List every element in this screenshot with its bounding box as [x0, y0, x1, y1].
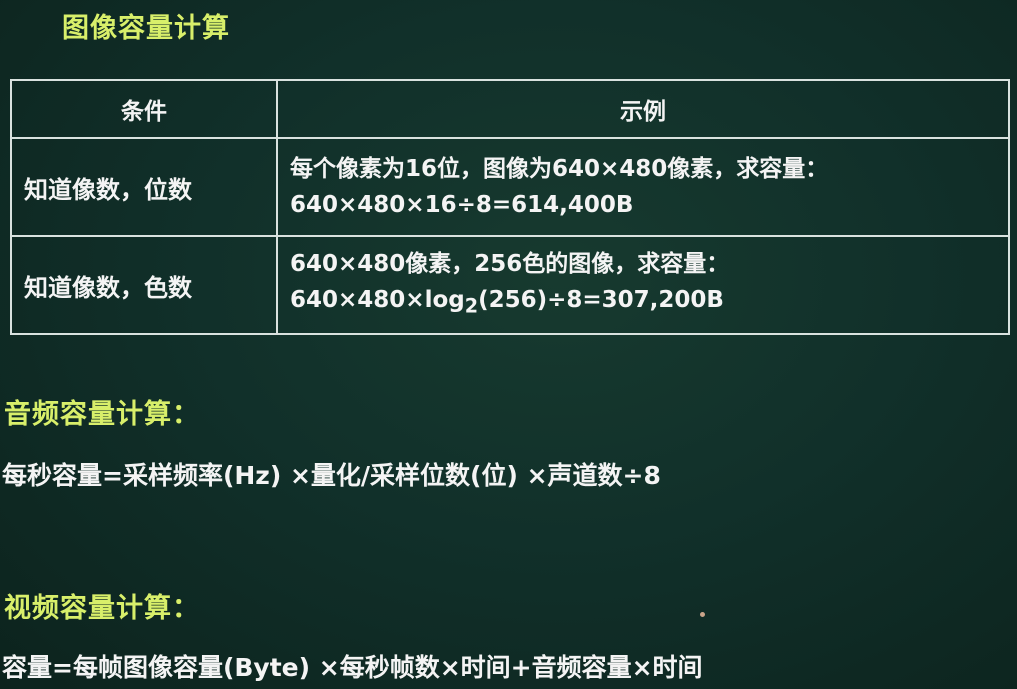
- example-line: 640×480像素，256色的图像，求容量：: [290, 250, 730, 277]
- table-row: 知道像数，色数 640×480像素，256色的图像，求容量： 640×480×l…: [10, 235, 1010, 335]
- video-formula: 容量=每帧图像容量(Byte) ×每秒帧数×时间+音频容量×时间: [2, 653, 703, 682]
- example-cell: 640×480像素，256色的图像，求容量： 640×480×log2(256)…: [276, 235, 1010, 335]
- example-formula: 640×480×16÷8=614,400B: [290, 192, 634, 218]
- example-line: 每个像素为16位，图像为640×480像素，求容量：: [290, 156, 829, 182]
- table-row: 知道像数，位数 每个像素为16位，图像为640×480像素，求容量： 640×4…: [10, 137, 1010, 237]
- header-condition: 条件: [10, 79, 278, 139]
- log-base-subscript: 2: [464, 294, 479, 318]
- laser-pointer-dot: [700, 612, 705, 617]
- audio-capacity-title: 音频容量计算：: [4, 399, 200, 430]
- example-formula: 640×480×log2(256)÷8=307,200B: [290, 282, 1007, 325]
- header-example: 示例: [276, 79, 1010, 139]
- formula-prefix: 640×480×log: [290, 286, 465, 313]
- formula-suffix: (256)÷8=307,200B: [478, 286, 724, 313]
- condition-cell: 知道像数，色数: [10, 235, 278, 335]
- table-header-row: 条件 示例: [10, 79, 1010, 139]
- video-capacity-title: 视频容量计算：: [4, 593, 200, 624]
- capacity-table: 条件 示例 知道像数，位数 每个像素为16位，图像为640×480像素，求容量：…: [10, 79, 1010, 335]
- condition-cell: 知道像数，位数: [10, 137, 278, 237]
- image-capacity-title: 图像容量计算: [62, 13, 230, 44]
- example-cell: 每个像素为16位，图像为640×480像素，求容量： 640×480×16÷8=…: [276, 137, 1010, 237]
- audio-formula: 每秒容量=采样频率(Hz) ×量化/采样位数(位) ×声道数÷8: [2, 461, 661, 490]
